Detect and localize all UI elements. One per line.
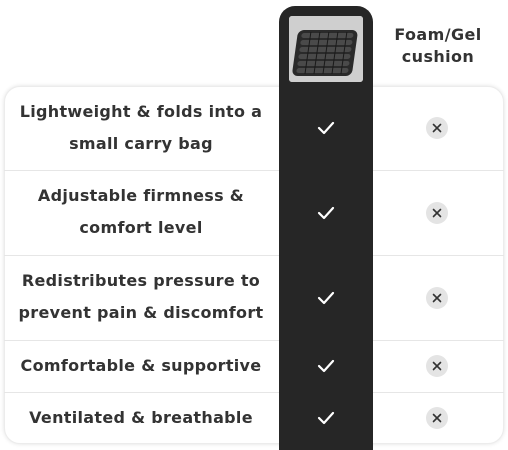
feature-label-lightweight: Lightweight & folds into a small carry b… — [19, 102, 263, 153]
column-header-foam-gel: Foam/Gel cushion — [394, 25, 482, 66]
check-icon — [317, 291, 335, 305]
row-divider — [4, 392, 504, 393]
feature-label-ventilated: Ventilated & breathable — [29, 408, 253, 427]
check-icon — [317, 411, 335, 425]
product-image — [289, 16, 363, 82]
x-icon — [426, 407, 448, 429]
row-divider — [4, 255, 504, 256]
air-cushion-icon — [289, 16, 363, 82]
feature-label-redistributes: Redistributes pressure to prevent pain &… — [18, 271, 264, 322]
feature-label-comfortable: Comfortable & supportive — [20, 356, 262, 375]
x-icon — [426, 202, 448, 224]
check-icon — [317, 206, 335, 220]
x-icon — [426, 355, 448, 377]
product-column — [279, 6, 373, 450]
x-icon — [426, 287, 448, 309]
comparison-page: Foam/Gel cushion Lightweight & folds int… — [0, 0, 508, 450]
row-divider — [4, 170, 504, 171]
check-icon — [317, 359, 335, 373]
check-icon — [317, 121, 335, 135]
row-divider — [4, 340, 504, 341]
feature-label-adjustable: Adjustable firmness & comfort level — [37, 186, 245, 237]
x-icon — [426, 117, 448, 139]
